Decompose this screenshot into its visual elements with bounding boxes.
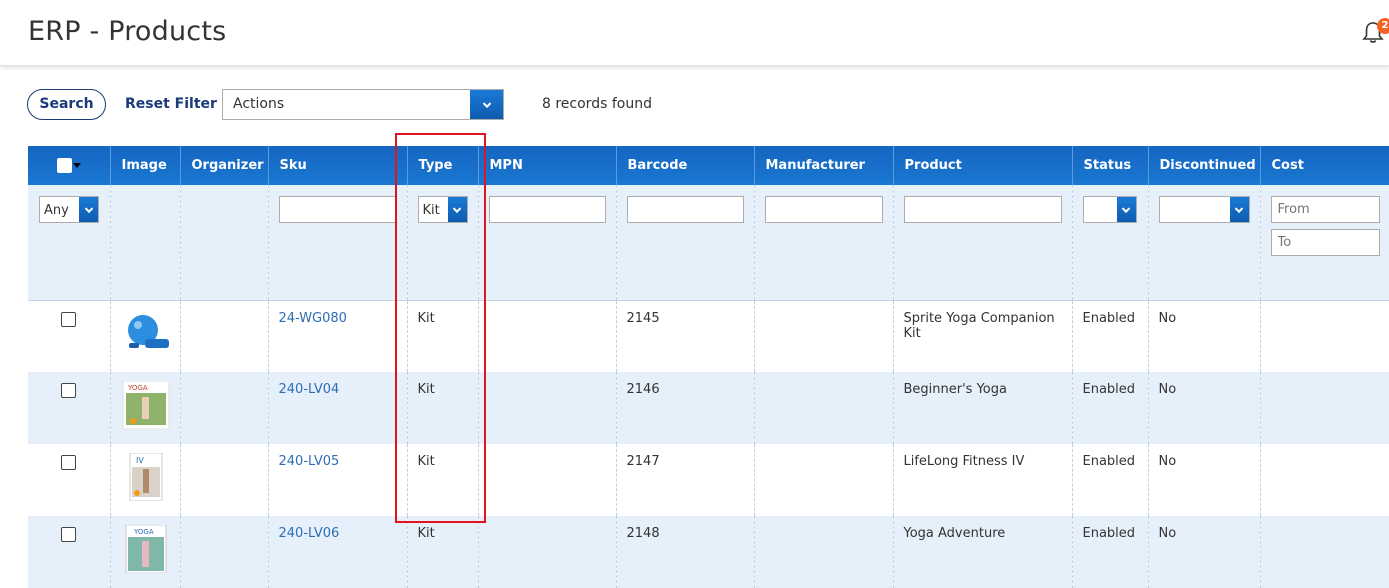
- discontinued-cell: No: [1148, 444, 1261, 516]
- discontinued-cell: No: [1148, 516, 1261, 588]
- page-header: ERP - Products 2: [0, 0, 1389, 66]
- barcode-cell: 2145: [616, 300, 755, 372]
- row-checkbox[interactable]: [61, 311, 77, 327]
- chevron-down-icon[interactable]: [79, 197, 98, 222]
- column-header-image[interactable]: Image: [110, 146, 181, 185]
- svg-text:YOGA: YOGA: [127, 384, 148, 392]
- type-filter-select[interactable]: Kit: [417, 196, 468, 223]
- records-count: 8 records found: [542, 96, 652, 112]
- cost-from-input[interactable]: [1270, 196, 1380, 223]
- type-cell: Kit: [407, 444, 479, 516]
- table-row[interactable]: IV 240-LV05 Kit 2147 LifeLong Fitness IV…: [28, 444, 1389, 516]
- product-thumbnail[interactable]: YOGA: [122, 380, 170, 430]
- column-header-cost[interactable]: Cost: [1260, 146, 1389, 185]
- manufacturer-filter-input[interactable]: [764, 196, 883, 223]
- status-cell: Enabled: [1072, 372, 1149, 444]
- sku-link[interactable]: 240-LV05: [279, 454, 340, 469]
- sku-link[interactable]: 24-WG080: [279, 311, 347, 326]
- product-cell: Beginner's Yoga: [893, 372, 1073, 444]
- mpn-filter-input[interactable]: [488, 196, 606, 223]
- chevron-down-icon[interactable]: [447, 197, 467, 222]
- column-header-manufacturer[interactable]: Manufacturer: [754, 146, 894, 185]
- sku-link[interactable]: 240-LV04: [279, 382, 340, 397]
- status-cell: Enabled: [1072, 300, 1149, 372]
- status-cell: Enabled: [1072, 516, 1149, 588]
- column-header-discontinued[interactable]: Discontinued: [1148, 146, 1261, 185]
- column-header-mpn[interactable]: MPN: [478, 146, 617, 185]
- svg-text:IV: IV: [136, 456, 144, 465]
- reset-filter-link[interactable]: Reset Filter: [125, 96, 217, 112]
- svg-text:YOGA: YOGA: [133, 528, 154, 536]
- mass-select-checkbox[interactable]: [56, 158, 72, 173]
- type-cell: Kit: [407, 300, 479, 372]
- status-filter-select[interactable]: [1082, 196, 1137, 223]
- table-row[interactable]: YOGA 240-LV06 Kit 2148 Yoga Adventure En…: [28, 516, 1389, 588]
- type-cell: Kit: [407, 372, 479, 444]
- product-filter-input[interactable]: [903, 196, 1062, 223]
- sku-filter-input[interactable]: [278, 196, 397, 223]
- caret-down-icon[interactable]: [72, 163, 81, 168]
- column-header-status[interactable]: Status: [1072, 146, 1149, 185]
- cost-to-input[interactable]: [1270, 229, 1380, 256]
- product-thumbnail[interactable]: YOGA: [122, 524, 170, 574]
- discontinued-cell: No: [1148, 300, 1261, 372]
- row-checkbox[interactable]: [61, 383, 77, 398]
- barcode-filter-input[interactable]: [626, 196, 744, 223]
- status-cell: Enabled: [1072, 444, 1149, 516]
- column-header-product[interactable]: Product: [893, 146, 1073, 185]
- row-checkbox[interactable]: [61, 527, 77, 542]
- filter-row: Any Kit: [28, 185, 1389, 301]
- column-header-barcode[interactable]: Barcode: [616, 146, 755, 185]
- product-cell: Yoga Adventure: [893, 516, 1073, 588]
- barcode-cell: 2147: [616, 444, 755, 516]
- chevron-down-icon[interactable]: [470, 90, 503, 119]
- chevron-down-icon[interactable]: [1229, 197, 1249, 222]
- barcode-cell: 2146: [616, 372, 755, 444]
- discontinued-cell: No: [1148, 372, 1261, 444]
- column-header-sku[interactable]: Sku: [268, 146, 408, 185]
- discontinued-filter-select[interactable]: [1158, 196, 1250, 223]
- notification-badge: 2: [1377, 18, 1389, 34]
- product-thumbnail[interactable]: [123, 309, 171, 357]
- massaction-filter-select[interactable]: Any: [39, 196, 99, 223]
- column-header-organizer[interactable]: Organizer: [180, 146, 269, 185]
- chevron-down-icon[interactable]: [1116, 197, 1136, 222]
- actions-dropdown-value: Actions: [233, 96, 285, 112]
- mass-select-header[interactable]: [28, 146, 111, 185]
- table-row[interactable]: YOGA 240-LV04 Kit 2146 Beginner's Yoga E…: [28, 372, 1389, 444]
- row-checkbox[interactable]: [61, 455, 77, 470]
- type-cell: Kit: [407, 516, 479, 588]
- column-header-type[interactable]: Type: [407, 146, 479, 185]
- page-title: ERP - Products: [28, 16, 227, 47]
- search-button[interactable]: Search: [27, 89, 106, 120]
- table-row[interactable]: 24-WG080 Kit 2145 Sprite Yoga Companion …: [28, 300, 1389, 372]
- barcode-cell: 2148: [616, 516, 755, 588]
- product-thumbnail[interactable]: IV: [122, 452, 170, 502]
- product-cell: LifeLong Fitness IV: [893, 444, 1073, 516]
- sku-link[interactable]: 240-LV06: [279, 526, 340, 541]
- product-cell: Sprite Yoga Companion Kit: [893, 300, 1073, 372]
- actions-dropdown[interactable]: Actions: [222, 89, 504, 120]
- products-grid: Image Organizer Sku Type MPN Barcode Man…: [28, 146, 1389, 588]
